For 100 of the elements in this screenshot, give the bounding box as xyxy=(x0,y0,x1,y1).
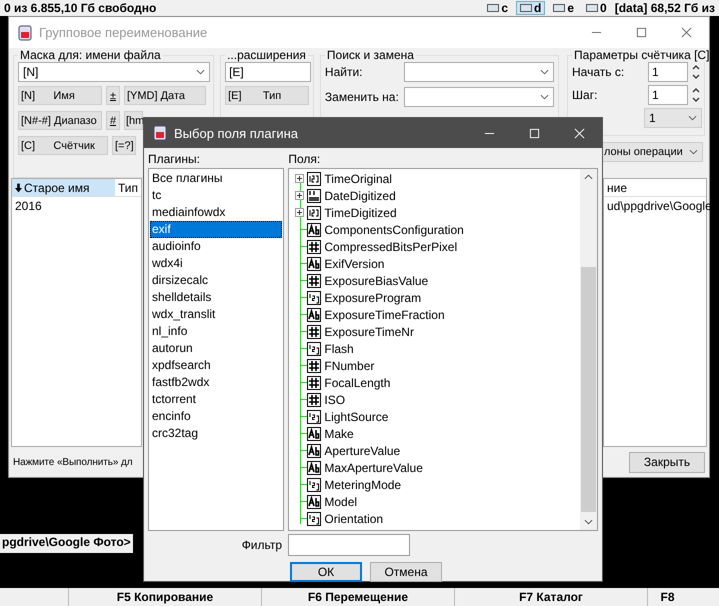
spinner-icon[interactable] xyxy=(690,62,702,82)
window-title: Групповое переименование xyxy=(39,25,208,40)
field-item[interactable]: FNumber xyxy=(324,358,374,372)
mask-button[interactable]: [N] Имя xyxy=(18,86,102,105)
start-label: Начать с: xyxy=(572,65,624,79)
mask-combo[interactable]: [N] xyxy=(18,62,210,82)
field-item[interactable]: TimeDigitized xyxy=(324,206,397,220)
clock-type-icon xyxy=(307,206,322,220)
field-item[interactable]: ExposureProgram xyxy=(324,290,422,304)
plugin-item[interactable]: encinfo xyxy=(150,408,282,425)
free-space-text: [data] 68,52 Гб из xyxy=(614,1,715,15)
command-path: pgdrive\Google Фото> xyxy=(1,534,132,551)
field-item[interactable]: Orientation xyxy=(324,512,384,526)
expand-icon[interactable] xyxy=(295,191,304,200)
spinner-icon[interactable] xyxy=(690,85,702,105)
text-type-icon xyxy=(307,308,322,322)
chevron-down-icon[interactable] xyxy=(540,94,550,100)
cancel-button[interactable]: Отмена xyxy=(370,562,442,582)
field-item[interactable]: ApertureValue xyxy=(324,444,400,458)
text-type-icon xyxy=(307,460,322,474)
field-item[interactable]: MaxApertureValue xyxy=(324,460,423,474)
scroll-down-icon[interactable] xyxy=(584,519,593,525)
column-header[interactable]: Тип xyxy=(114,179,141,196)
hash-type-icon xyxy=(307,376,322,390)
plugin-item[interactable]: audioinfo xyxy=(150,238,282,255)
text-type-icon xyxy=(307,444,322,458)
step-field[interactable]: 1 xyxy=(648,85,688,105)
chevron-down-icon[interactable] xyxy=(688,115,698,121)
filter-field[interactable] xyxy=(288,534,410,556)
plugin-item[interactable]: shelldetails xyxy=(150,289,282,306)
field-item[interactable]: ExifVersion xyxy=(324,256,384,270)
field-item[interactable]: ExposureTimeFraction xyxy=(324,308,445,322)
scrollbar[interactable] xyxy=(580,169,597,530)
plugin-item[interactable]: tc xyxy=(150,187,282,204)
hash-type-icon xyxy=(307,274,322,288)
mask-button[interactable]: # xyxy=(106,111,120,130)
group-label: Маска для: имени файла xyxy=(19,48,162,62)
status-text: Нажмите «Выполнить» дл xyxy=(13,456,132,468)
column-header[interactable]: ние xyxy=(604,179,630,196)
start-field[interactable]: 1 xyxy=(648,62,688,82)
field-item[interactable]: CompressedBitsPerPixel xyxy=(324,240,458,254)
plugin-item[interactable]: tctorrent xyxy=(150,391,282,408)
ok-button[interactable]: ОК xyxy=(290,562,362,582)
app-icon xyxy=(152,125,168,141)
text-type-icon xyxy=(307,256,322,270)
plugin-item[interactable]: fastfb2wdx xyxy=(150,374,282,391)
chevron-down-icon[interactable] xyxy=(689,149,698,155)
plugin-item[interactable]: wdx4i xyxy=(150,255,282,272)
replace-label: Заменить на: xyxy=(324,90,399,104)
field-item[interactable]: ComponentsConfiguration xyxy=(324,222,464,236)
plugin-item[interactable]: crc32tag xyxy=(150,425,282,442)
plugin-item[interactable]: xpdfsearch xyxy=(150,357,282,374)
mask-button[interactable]: [N#-#] Диапазо xyxy=(18,111,102,130)
list-type-icon xyxy=(307,478,322,492)
field-item[interactable]: FocalLength xyxy=(324,376,390,390)
list-type-icon xyxy=(307,342,322,356)
scroll-up-icon[interactable] xyxy=(584,174,593,180)
field-item[interactable]: Model xyxy=(324,494,358,508)
drive-button[interactable]: e xyxy=(549,1,578,15)
filter-label: Фильтр xyxy=(242,538,282,552)
chevron-down-icon[interactable] xyxy=(196,69,205,75)
drive-button[interactable]: 0 xyxy=(582,1,611,15)
list-type-icon xyxy=(307,290,322,304)
mask-button[interactable]: [C] Счётчик xyxy=(18,136,108,155)
field-item[interactable]: Flash xyxy=(324,342,354,356)
plugin-item[interactable]: autorun xyxy=(150,340,282,357)
mask-button[interactable]: [YMD] Дата xyxy=(124,86,206,105)
field-item[interactable]: DateDigitized xyxy=(324,188,396,202)
expand-icon[interactable] xyxy=(295,174,304,183)
plugin-item[interactable]: wdx_translit xyxy=(150,306,282,323)
field-item[interactable]: ISO xyxy=(324,392,346,406)
mask-button[interactable]: [E] Тип xyxy=(225,86,309,105)
expand-icon[interactable] xyxy=(295,208,304,217)
step-label: Шаг: xyxy=(572,88,598,102)
plugin-item[interactable]: Все плагины xyxy=(150,170,282,187)
hash-type-icon xyxy=(307,240,322,254)
field-item[interactable]: ExposureTimeNr xyxy=(324,324,414,338)
field-item[interactable]: TimeOriginal xyxy=(324,172,392,186)
field-item[interactable]: LightSource xyxy=(324,410,388,424)
field-item[interactable]: ExposureBiasValue xyxy=(324,274,428,288)
fields-label: Поля: xyxy=(288,152,322,168)
extension-field[interactable]: [E] xyxy=(225,62,312,82)
hash-type-icon xyxy=(307,392,322,406)
chevron-down-icon[interactable] xyxy=(540,69,550,75)
close-button[interactable]: Закрыть xyxy=(629,452,705,472)
plugin-item[interactable]: dirsizecalc xyxy=(150,272,282,289)
field-item[interactable]: Make xyxy=(324,426,354,440)
plugin-item[interactable]: exif xyxy=(150,221,282,238)
hash-type-icon xyxy=(307,358,322,372)
field-item[interactable]: MeteringMode xyxy=(324,478,402,492)
mask-button[interactable]: [=?] xyxy=(112,136,136,155)
drive-button[interactable]: c xyxy=(483,1,512,15)
drive-button[interactable]: d xyxy=(516,1,546,15)
find-label: Найти: xyxy=(324,65,362,79)
plugin-item[interactable]: mediainfowdx xyxy=(150,204,282,221)
plugin-item[interactable]: nl_info xyxy=(150,323,282,340)
column-header[interactable]: Старое имя xyxy=(12,179,115,196)
digits-combo[interactable]: 1 xyxy=(644,108,702,128)
drive-icon xyxy=(553,3,566,13)
mask-button[interactable]: ± xyxy=(106,86,120,105)
